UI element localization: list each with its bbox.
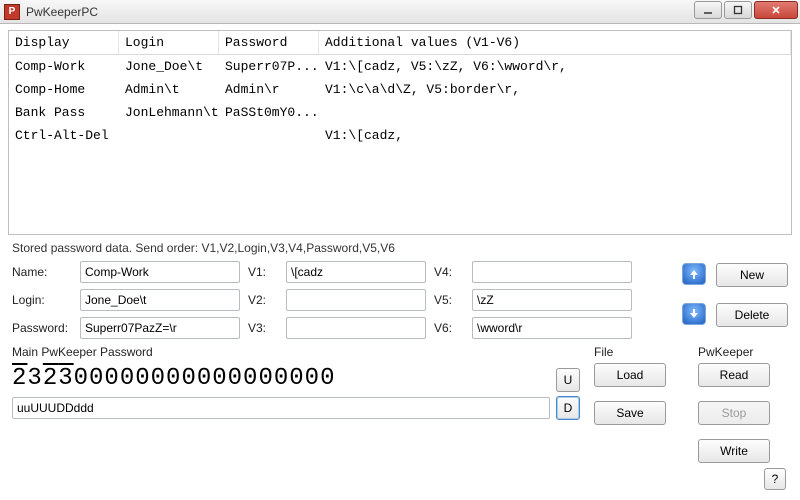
client-area: Display Login Password Additional values… (0, 24, 800, 471)
minimize-button[interactable] (694, 1, 722, 19)
main-password-label: Main PwKeeper Password (12, 345, 580, 359)
v2-label: V2: (248, 293, 278, 307)
v1-label: V1: (248, 265, 278, 279)
pwkeeper-group: PwKeeper Read Stop Write (698, 345, 788, 463)
close-button[interactable] (754, 1, 798, 19)
col-display[interactable]: Display (9, 31, 119, 54)
cell-additional: V1:\[cadz, V5:\zZ, V6:\wword\r, (319, 55, 791, 78)
v5-label: V5: (434, 293, 464, 307)
cell-additional: V1:\[cadz, (319, 124, 791, 147)
login-label: Login: (12, 293, 72, 307)
maximize-icon (733, 5, 743, 15)
stop-button[interactable]: Stop (698, 401, 770, 425)
password-table[interactable]: Display Login Password Additional values… (8, 30, 792, 235)
cell-login: JonLehmann\t (119, 101, 219, 124)
col-password[interactable]: Password (219, 31, 319, 54)
v6-field[interactable] (472, 317, 632, 339)
v5-field[interactable] (472, 289, 632, 311)
main-password-group: Main PwKeeper Password 23230000000000000… (12, 345, 580, 463)
edit-form: Name: V1: V4: Login: V2: V5: Password: V… (8, 259, 792, 339)
cell-display: Ctrl-Alt-Del (9, 124, 119, 147)
name-label: Name: (12, 265, 72, 279)
u-button[interactable]: U (556, 368, 580, 392)
file-label: File (594, 345, 684, 359)
password-label: Password: (12, 321, 72, 335)
cell-additional (319, 101, 791, 124)
window-controls (694, 0, 800, 23)
v3-label: V3: (248, 321, 278, 335)
new-button[interactable]: New (716, 263, 788, 287)
send-order-hint: Stored password data. Send order: V1,V2,… (8, 235, 792, 259)
v2-field[interactable] (286, 289, 426, 311)
cell-display: Bank Pass (9, 101, 119, 124)
table-row[interactable]: Comp-HomeAdmin\tAdmin\rV1:\c\a\d\Z, V5:b… (9, 78, 791, 101)
cell-password: Superr07P... (219, 55, 319, 78)
cell-password: PaSSt0mY0... (219, 101, 319, 124)
cell-display: Comp-Home (9, 78, 119, 101)
move-buttons (676, 261, 706, 339)
save-button[interactable]: Save (594, 401, 666, 425)
move-down-button[interactable] (682, 303, 706, 325)
app-icon: P (4, 4, 20, 20)
name-field[interactable] (80, 261, 240, 283)
login-field[interactable] (80, 289, 240, 311)
v3-field[interactable] (286, 317, 426, 339)
move-up-button[interactable] (682, 263, 706, 285)
read-button[interactable]: Read (698, 363, 770, 387)
table-header: Display Login Password Additional values… (9, 31, 791, 55)
maximize-button[interactable] (724, 1, 752, 19)
table-row[interactable]: Bank PassJonLehmann\tPaSSt0mY0... (9, 101, 791, 124)
bottom-panel: Main PwKeeper Password 23230000000000000… (8, 339, 792, 463)
arrow-up-icon (688, 268, 700, 280)
col-login[interactable]: Login (119, 31, 219, 54)
cell-additional: V1:\c\a\d\Z, V5:border\r, (319, 78, 791, 101)
window-title: PwKeeperPC (26, 5, 694, 19)
table-row[interactable]: Ctrl-Alt-Del V1:\[cadz, (9, 124, 791, 147)
table-row[interactable]: Comp-WorkJone_Doe\tSuperr07P...V1:\[cadz… (9, 55, 791, 78)
v4-field[interactable] (472, 261, 632, 283)
help-button[interactable]: ? (764, 468, 786, 490)
cell-display: Comp-Work (9, 55, 119, 78)
cell-password (219, 124, 319, 147)
v1-field[interactable] (286, 261, 426, 283)
write-button[interactable]: Write (698, 439, 770, 463)
minimize-icon (703, 5, 713, 15)
file-group: File Load Save (594, 345, 684, 463)
v4-label: V4: (434, 265, 464, 279)
password-field[interactable] (80, 317, 240, 339)
col-additional[interactable]: Additional values (V1-V6) (319, 31, 791, 54)
main-password-input[interactable] (12, 397, 550, 419)
record-buttons: New Delete (716, 261, 788, 339)
cell-login: Jone_Doe\t (119, 55, 219, 78)
arrow-down-icon (688, 308, 700, 320)
d-button[interactable]: D (556, 396, 580, 420)
delete-button[interactable]: Delete (716, 303, 788, 327)
cell-password: Admin\r (219, 78, 319, 101)
titlebar: P PwKeeperPC (0, 0, 800, 24)
close-icon (771, 5, 781, 15)
load-button[interactable]: Load (594, 363, 666, 387)
v6-label: V6: (434, 321, 464, 335)
main-password-display: 232300000000000000000 (12, 363, 335, 396)
pwkeeper-label: PwKeeper (698, 345, 788, 359)
cell-login: Admin\t (119, 78, 219, 101)
cell-login (119, 124, 219, 147)
